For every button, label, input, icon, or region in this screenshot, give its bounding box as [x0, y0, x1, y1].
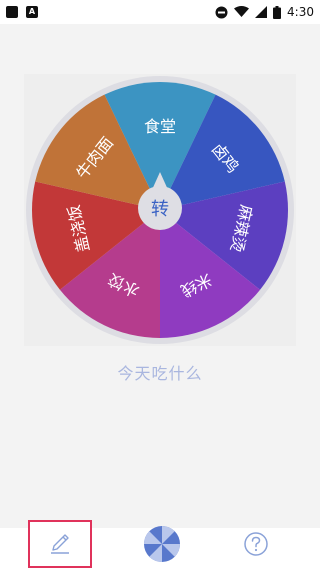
square-notification-icon: [6, 6, 18, 18]
spin-tab[interactable]: [130, 520, 194, 568]
status-bar: A 4:30: [0, 0, 320, 24]
battery-icon: [273, 5, 282, 19]
status-time: 4:30: [287, 5, 314, 19]
pinwheel-icon: [144, 526, 180, 562]
tagline: 今天吃什么: [117, 364, 203, 383]
do-not-disturb-icon: [215, 6, 228, 18]
edit-tab[interactable]: [28, 520, 92, 568]
help-tab[interactable]: [224, 520, 288, 568]
a-notification-icon: A: [26, 6, 38, 18]
status-left: A: [6, 6, 38, 18]
pencil-icon: [51, 534, 69, 554]
wheel-card: 食堂 卤鸡 麻辣烫 米线 水饺 盖浇饭 牛肉面 转: [24, 74, 296, 346]
wheel-segment-label: 食堂: [144, 117, 176, 136]
signal-icon: [255, 6, 268, 18]
center-label: 转: [151, 199, 169, 220]
wifi-icon: [234, 6, 250, 17]
help-circle-icon: [244, 532, 268, 556]
lottery-wheel[interactable]: 食堂卤鸡麻辣烫米线水饺盖浇饭牛肉面 转: [24, 74, 296, 346]
status-right: 4:30: [215, 5, 314, 19]
